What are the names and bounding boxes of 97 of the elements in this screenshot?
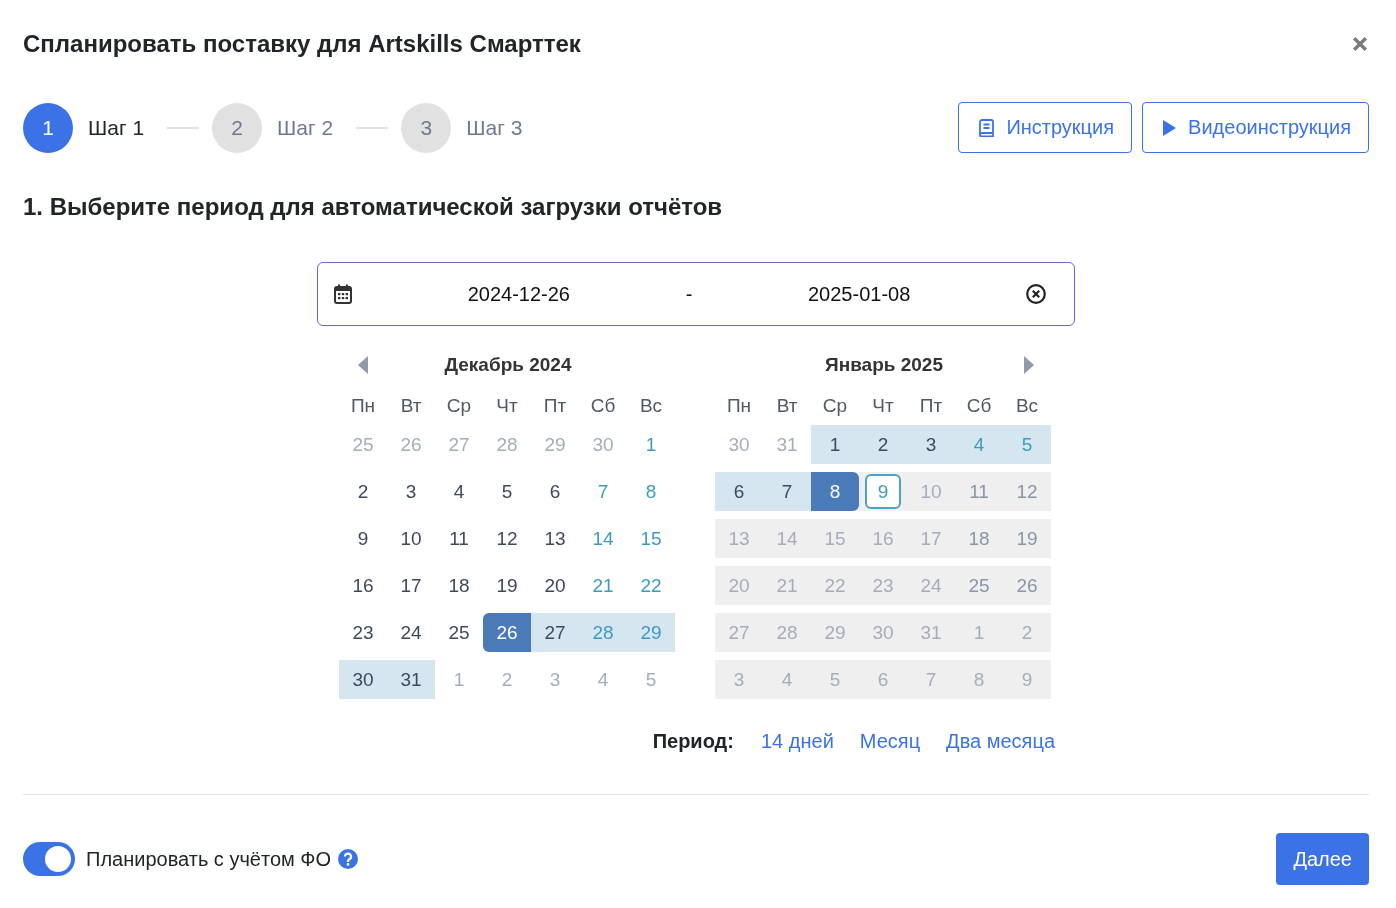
period-link[interactable]: Месяц (859, 729, 921, 753)
calendar-day[interactable]: 22 (627, 566, 675, 605)
section-heading: 1. Выберите период для автоматической загрузки отчётов (23, 192, 724, 222)
toggle-switch[interactable] (23, 842, 75, 876)
step-badge: 3 (401, 102, 452, 153)
calendar-day[interactable]: 28 (483, 425, 531, 464)
weekday-label: Чт (495, 395, 519, 417)
calendar-day[interactable]: 26 (483, 613, 531, 652)
toggle-label: Планировать с учётом ФО (86, 847, 332, 871)
calendar-day[interactable]: 24 (387, 613, 435, 652)
calendar-day[interactable]: 1 (627, 425, 675, 464)
calendar-day[interactable]: 17 (387, 566, 435, 605)
weekday-label: Пн (725, 395, 753, 417)
calendar-day[interactable]: 5 (483, 472, 531, 511)
calendar-day[interactable]: 4 (435, 472, 483, 511)
calendar-day[interactable]: 6 (531, 472, 579, 511)
step-label: Шаг 3 (466, 115, 523, 140)
calendar-day[interactable]: 2 (339, 472, 387, 511)
calendar-day[interactable]: 8 (627, 472, 675, 511)
close-icon[interactable] (1352, 36, 1368, 52)
step-label: Шаг 1 (88, 115, 145, 140)
calendar-day[interactable]: 31 (763, 425, 811, 464)
step-badge: 1 (23, 102, 73, 153)
weekday-label: Вт (399, 395, 423, 417)
calendar-day[interactable]: 23 (339, 613, 387, 652)
weekday-label: Пт (542, 395, 568, 417)
weekday-label: Вт (775, 395, 799, 417)
range-separator: - (685, 282, 693, 306)
calendar-day[interactable]: 16 (339, 566, 387, 605)
calendar-day[interactable]: 2 (859, 425, 907, 464)
calendar-day[interactable]: 3 (387, 472, 435, 511)
calendar-day[interactable]: 26 (387, 425, 435, 464)
calendar-day[interactable]: 30 (579, 425, 627, 464)
calendar-day[interactable]: 27 (435, 425, 483, 464)
caret-left-icon[interactable] (358, 356, 368, 374)
weekday-label: Сб (589, 395, 617, 417)
calendar-day[interactable]: 1 (811, 425, 859, 464)
calendar-day[interactable]: 3 (907, 425, 955, 464)
calendar-day[interactable]: 29 (627, 613, 675, 652)
end-date-value: 2025-01-08 (808, 282, 911, 306)
step-label: Шаг 2 (277, 115, 334, 140)
month-title: Январь 2025 (824, 354, 944, 376)
calendar-day[interactable]: 7 (579, 472, 627, 511)
calendar-day[interactable]: 30 (715, 425, 763, 464)
period-link[interactable]: Два месяца (946, 729, 1055, 753)
weekday-label: Пн (349, 395, 377, 417)
date-range-field[interactable]: 2024-12-26 - 2025-01-08 (317, 262, 1075, 326)
calendar-day[interactable]: 20 (531, 566, 579, 605)
caret-right-icon[interactable] (1024, 356, 1034, 374)
weekday-label: Сб (965, 395, 993, 417)
calendar-day[interactable]: 25 (435, 613, 483, 652)
video-instructions-button[interactable]: Видеоинструкция (1142, 102, 1369, 153)
period-link[interactable]: 14 дней (761, 729, 834, 753)
calendar-day[interactable]: 27 (531, 613, 579, 652)
calendar-day[interactable]: 8 (811, 472, 859, 511)
weekday-label: Пт (918, 395, 944, 417)
calendar-day[interactable]: 7 (763, 472, 811, 511)
calendar-day[interactable]: 4 (579, 660, 627, 699)
calendar-day[interactable]: 13 (531, 519, 579, 558)
calendar-day[interactable]: 14 (579, 519, 627, 558)
calendar-day[interactable]: 30 (339, 660, 387, 699)
calendar-day[interactable]: 11 (435, 519, 483, 558)
calendar-day[interactable]: 9 (339, 519, 387, 558)
calendar-day[interactable]: 19 (483, 566, 531, 605)
period-label: Период: (652, 729, 734, 753)
calendar-day[interactable]: 31 (387, 660, 435, 699)
calendar-day[interactable]: 6 (715, 472, 763, 511)
next-button[interactable]: Далее (1276, 833, 1369, 885)
calendar-day[interactable]: 5 (1003, 425, 1051, 464)
instructions-button[interactable]: Инструкция (958, 102, 1133, 153)
calendar-day[interactable]: 12 (483, 519, 531, 558)
calendar-day[interactable]: 1 (435, 660, 483, 699)
calendar-day[interactable]: 29 (531, 425, 579, 464)
play-icon (1163, 119, 1177, 136)
step-badge: 2 (212, 102, 263, 153)
weekday-label: Чт (871, 395, 895, 417)
weekday-label: Вс (1014, 395, 1040, 417)
calendar-day[interactable]: 21 (579, 566, 627, 605)
start-date-value: 2024-12-26 (467, 282, 570, 306)
clear-icon[interactable] (1026, 284, 1046, 304)
calendar-day[interactable]: 18 (435, 566, 483, 605)
calendar-day[interactable]: 4 (955, 425, 1003, 464)
help-icon[interactable] (338, 849, 359, 869)
calendar-day[interactable]: 2 (483, 660, 531, 699)
calendar-day[interactable]: 25 (339, 425, 387, 464)
calendar-day[interactable]: 10 (387, 519, 435, 558)
calendar-icon (334, 284, 352, 304)
calendar-day[interactable]: 3 (531, 660, 579, 699)
weekday-label: Вс (638, 395, 664, 417)
calendar-day[interactable]: 15 (627, 519, 675, 558)
weekday-label: Ср (821, 395, 849, 417)
dialog-title: Спланировать поставку для Artskills Смарттек (23, 30, 581, 58)
weekday-label: Ср (445, 395, 473, 417)
document-icon (979, 118, 995, 137)
calendar-day[interactable]: 28 (579, 613, 627, 652)
calendar-day[interactable]: 5 (627, 660, 675, 699)
month-title: Декабрь 2024 (443, 354, 573, 376)
